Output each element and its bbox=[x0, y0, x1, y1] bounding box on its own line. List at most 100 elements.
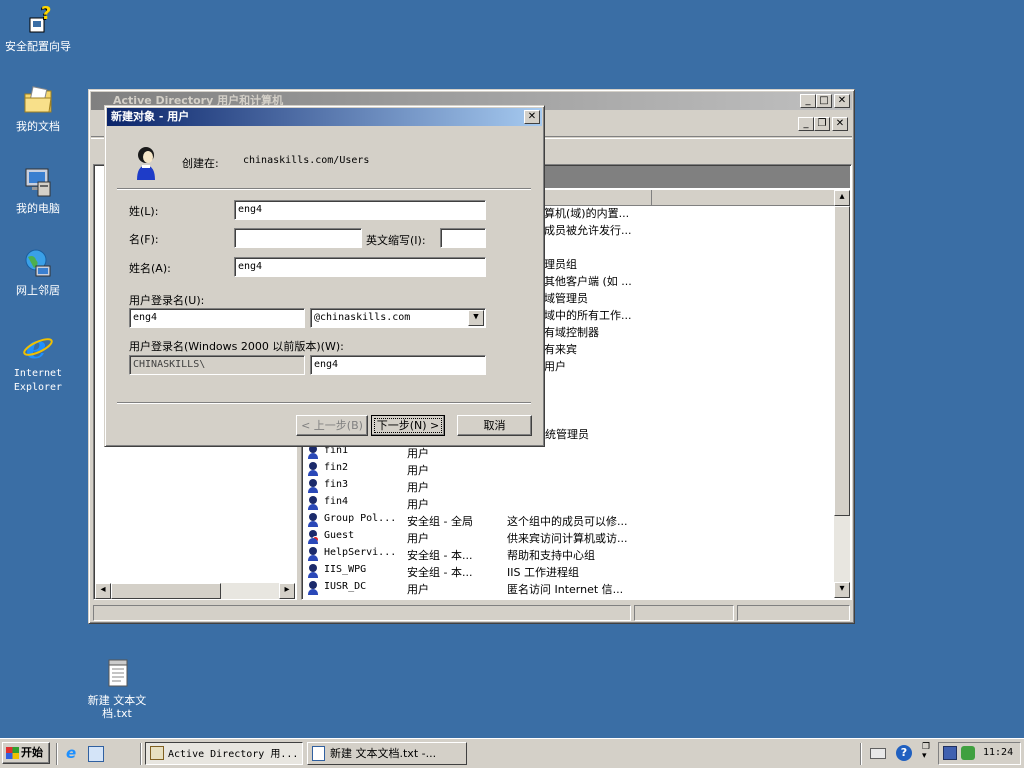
tree-hscroll-thumb[interactable] bbox=[111, 583, 221, 599]
user-icon bbox=[306, 581, 320, 595]
status-bar bbox=[91, 604, 852, 622]
row-name: IUSR_DC bbox=[324, 581, 367, 592]
row-type: 安全组 - 本... bbox=[407, 566, 473, 579]
clock: 11:24 bbox=[983, 747, 1014, 758]
network-tray-icon[interactable] bbox=[943, 746, 957, 760]
desktop-quicklaunch-icon[interactable] bbox=[88, 746, 104, 762]
row-desc: 帮助和支持中心组 bbox=[507, 549, 595, 562]
dialog-titlebar[interactable]: 新建对象 - 用户 bbox=[107, 108, 542, 126]
row-desc: 这个组中的成员可以修... bbox=[507, 515, 628, 528]
last-name-label: 姓(L): bbox=[129, 205, 159, 218]
desktop-icon-label: Internet Explorer bbox=[13, 368, 63, 393]
keyboard-icon[interactable] bbox=[870, 748, 886, 759]
cancel-button[interactable]: 取消 bbox=[457, 415, 532, 436]
desktop-icon-my-documents[interactable]: 我的文档 bbox=[0, 84, 76, 133]
user-icon bbox=[306, 479, 320, 493]
tray-separator bbox=[860, 743, 862, 765]
desktop-icon-text-file[interactable]: 新建 文本文档.txt bbox=[79, 658, 155, 720]
back-button[interactable]: < 上一步(B) bbox=[296, 415, 368, 436]
row-type: 用户 bbox=[407, 583, 429, 596]
user-icon bbox=[133, 146, 159, 180]
first-name-field[interactable] bbox=[234, 228, 362, 248]
status-panel-1 bbox=[93, 605, 631, 621]
restore-language-icon[interactable]: ❐ ▾ bbox=[922, 743, 932, 763]
child-close-button[interactable]: ✕ bbox=[832, 117, 848, 131]
scroll-up-button[interactable]: ▴ bbox=[834, 190, 850, 206]
minimize-button[interactable]: _ bbox=[800, 94, 816, 108]
quicklaunch-separator bbox=[56, 743, 58, 765]
scroll-down-button[interactable]: ▾ bbox=[834, 582, 850, 598]
full-name-label: 姓名(A): bbox=[129, 262, 171, 275]
pre2000-logon-field[interactable]: eng4 bbox=[310, 355, 486, 375]
initials-label: 英文缩写(I): bbox=[366, 234, 426, 247]
desktop-icon-network-places[interactable]: 网上邻居 bbox=[0, 248, 76, 297]
chevron-down-icon[interactable]: ▼ bbox=[468, 310, 484, 326]
desktop-icon-security-wizard[interactable]: ?? 安全配置向导 bbox=[0, 3, 76, 53]
logon-name-field[interactable]: eng4 bbox=[129, 308, 305, 328]
list-vscroll-thumb[interactable] bbox=[834, 206, 850, 516]
row-type: 用户 bbox=[407, 498, 429, 511]
desktop-icon-label: 新建 文本文档.txt bbox=[87, 694, 147, 720]
row-type: 安全组 - 本... bbox=[407, 549, 473, 562]
row-type: 用户 bbox=[407, 532, 429, 545]
user-icon bbox=[306, 445, 320, 459]
taskbar-item-label: 新建 文本文档.txt -... bbox=[330, 747, 437, 760]
desktop-icon-internet-explorer[interactable]: e Internet Explorer bbox=[0, 328, 76, 394]
dialog-close-button[interactable]: ✕ bbox=[524, 110, 540, 124]
domain-select[interactable]: @chinaskills.com ▼ bbox=[310, 308, 486, 328]
maximize-button[interactable]: □ bbox=[816, 94, 832, 108]
notepad-icon bbox=[312, 746, 325, 761]
column-divider[interactable] bbox=[651, 190, 652, 206]
row-desc: 供来宾访问计算机或访... bbox=[507, 532, 628, 545]
help-icon[interactable]: ? bbox=[896, 745, 912, 761]
row-name: fin2 bbox=[324, 462, 349, 473]
next-button[interactable]: 下一步(N) > bbox=[371, 415, 445, 436]
start-button[interactable]: 开始 bbox=[2, 742, 50, 764]
list-row-desc: 算机(域)的内置... bbox=[544, 207, 630, 220]
row-desc: IIS 工作进程组 bbox=[507, 566, 579, 579]
taskbar: 开始 e Active Directory 用... 新建 文本文档.txt -… bbox=[0, 738, 1024, 768]
row-type: 用户 bbox=[407, 464, 429, 477]
user-icon bbox=[306, 462, 320, 476]
first-name-label: 名(F): bbox=[129, 233, 159, 246]
list-row-desc: 域管理员 bbox=[544, 292, 588, 305]
ie-quicklaunch-icon[interactable]: e bbox=[66, 746, 82, 762]
security-wizard-icon: ?? bbox=[22, 3, 54, 36]
list-row-desc: 域中的所有工作... bbox=[544, 309, 632, 322]
logon-name-label: 用户登录名(U): bbox=[129, 294, 205, 307]
desktop-icon-label: 安全配置向导 bbox=[5, 40, 71, 53]
group-icon bbox=[306, 547, 320, 561]
scroll-left-button[interactable]: ◂ bbox=[95, 583, 111, 599]
security-tray-icon[interactable] bbox=[961, 746, 975, 760]
header-divider bbox=[117, 188, 531, 190]
footer-divider bbox=[117, 402, 531, 404]
taskbar-item-label: Active Directory 用... bbox=[168, 749, 299, 760]
domain-select-value: @chinaskills.com bbox=[314, 312, 411, 323]
ie-icon: e bbox=[22, 328, 54, 366]
scroll-right-button[interactable]: ▸ bbox=[279, 583, 295, 599]
dialog-title: 新建对象 - 用户 bbox=[111, 110, 190, 123]
child-restore-button[interactable]: ❐ bbox=[814, 117, 830, 131]
group-icon bbox=[306, 513, 320, 527]
initials-field[interactable] bbox=[440, 228, 486, 248]
close-button[interactable]: ✕ bbox=[834, 94, 850, 108]
svg-text:?: ? bbox=[41, 4, 51, 24]
row-name: Guest bbox=[324, 530, 355, 541]
my-documents-icon bbox=[22, 84, 54, 116]
tree-hscroll[interactable]: ◂ ▸ bbox=[95, 583, 295, 599]
row-name: HelpServi... bbox=[324, 547, 397, 558]
created-in-label: 创建在: bbox=[182, 157, 219, 170]
desktop-icon-my-computer[interactable]: 我的电脑 bbox=[0, 166, 76, 215]
taskbar-item-active-directory[interactable]: Active Directory 用... bbox=[145, 742, 303, 765]
child-minimize-button[interactable]: _ bbox=[798, 117, 814, 131]
list-row-desc: 用户 bbox=[544, 360, 566, 373]
status-panel-2 bbox=[634, 605, 734, 621]
last-name-field[interactable]: eng4 bbox=[234, 200, 486, 220]
taskbar-item-notepad[interactable]: 新建 文本文档.txt -... bbox=[307, 742, 467, 765]
start-label: 开始 bbox=[21, 746, 43, 759]
status-panel-3 bbox=[737, 605, 850, 621]
pre2000-label: 用户登录名(Windows 2000 以前版本)(W): bbox=[129, 340, 344, 353]
full-name-field[interactable]: eng4 bbox=[234, 257, 486, 277]
list-vscroll[interactable]: ▴ ▾ bbox=[834, 190, 850, 598]
row-desc: 匿名访问 Internet 信... bbox=[507, 583, 624, 596]
